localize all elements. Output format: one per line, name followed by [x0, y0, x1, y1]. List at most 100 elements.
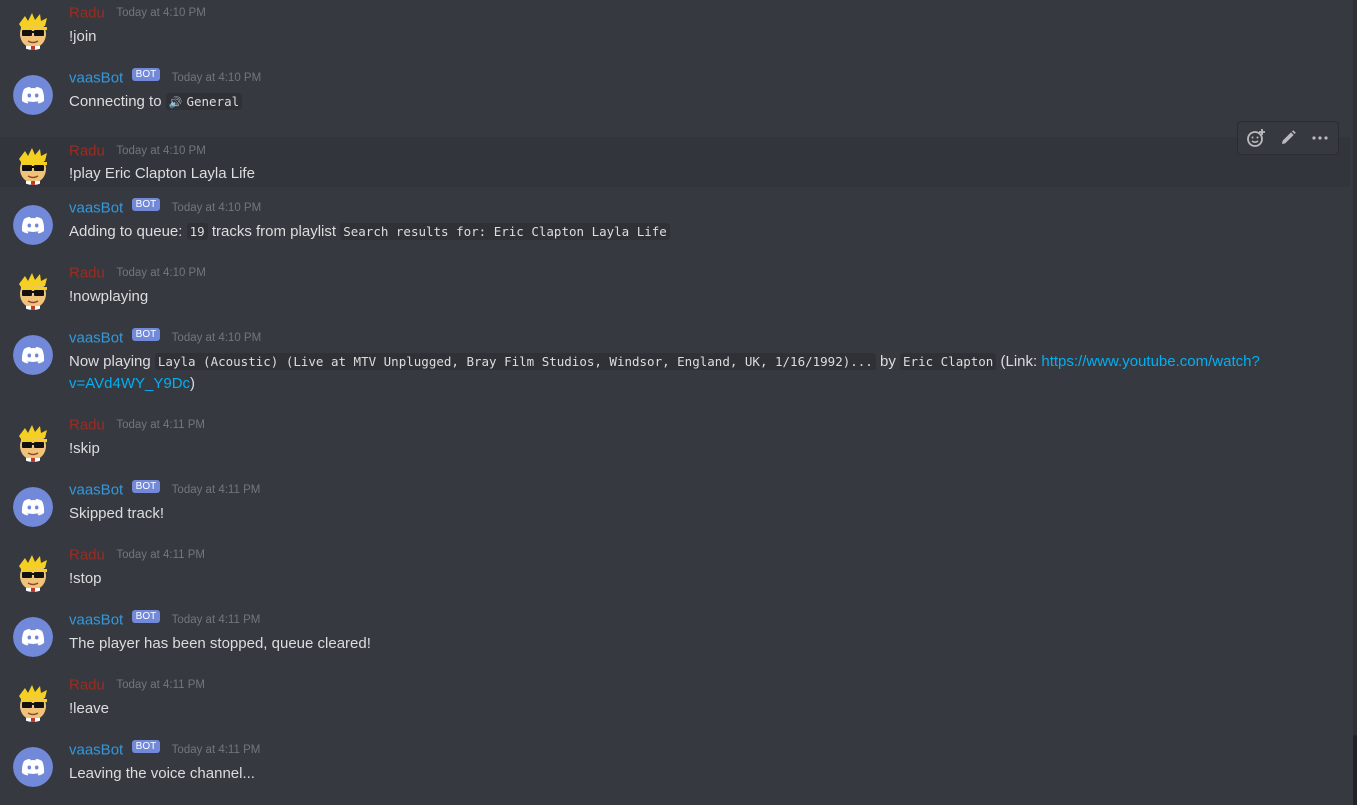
timestamp: Today at 4:11 PM [171, 613, 261, 626]
more-button[interactable] [1306, 124, 1334, 152]
bot-tag: BOT [131, 740, 161, 754]
message-content: Connecting to 🔊 General [69, 91, 1299, 114]
avatar-radu[interactable] [13, 10, 53, 50]
scrollbar-track[interactable] [1353, 0, 1357, 805]
content-text: Adding to queue: [69, 223, 183, 240]
avatar-radu[interactable] [13, 145, 53, 185]
message-content: !join [69, 28, 97, 45]
message-header: vaasBot BOT Today at 4:10 PM [69, 68, 261, 89]
chat-messages: Radu Today at 4:10 PM !join vaasBot BOT … [0, 0, 1357, 805]
message-header: Radu Today at 4:10 PM [69, 4, 206, 24]
timestamp: Today at 4:11 PM [116, 548, 205, 561]
author-name[interactable]: Radu [69, 676, 105, 693]
message-header: Radu Today at 4:11 PM [69, 546, 205, 566]
author-name[interactable]: Radu [69, 4, 105, 21]
message-item[interactable]: Radu Today at 4:10 PM !nowplaying [0, 260, 1350, 311]
avatar-radu[interactable] [13, 682, 53, 722]
artist-code: Eric Clapton [900, 353, 997, 370]
message-content: Adding to queue: 19 tracks from playlist… [69, 221, 1299, 243]
content-text: tracks from playlist [211, 223, 337, 240]
message-item[interactable]: vaasBot BOT Today at 4:10 PM Adding to q… [0, 195, 1350, 246]
message-item[interactable]: Radu Today at 4:10 PM !join [0, 0, 1350, 51]
message-content: The player has been stopped, queue clear… [69, 635, 371, 652]
message-header: Radu Today at 4:10 PM [69, 142, 206, 162]
timestamp: Today at 4:10 PM [171, 201, 262, 214]
message-header: vaasBot BOT Today at 4:10 PM [69, 198, 262, 219]
timestamp: Today at 4:11 PM [116, 678, 205, 691]
author-name[interactable]: vaasBot [69, 199, 123, 216]
message-toolbar [1237, 121, 1339, 155]
message-item[interactable]: vaasBot BOT Today at 4:10 PM Connecting … [0, 65, 1350, 116]
content-text: (Link: [1000, 353, 1038, 370]
message-content: Now playing Layla (Acoustic) (Live at MT… [69, 351, 1279, 395]
add-reaction-button[interactable] [1242, 124, 1270, 152]
timestamp: Today at 4:11 PM [171, 743, 261, 756]
avatar-vaasbot[interactable] [13, 487, 53, 527]
message-header: vaasBot BOT Today at 4:11 PM [69, 480, 261, 501]
timestamp: Today at 4:10 PM [171, 331, 262, 344]
timestamp: Today at 4:11 PM [171, 483, 261, 496]
edit-button[interactable] [1274, 124, 1302, 152]
message-header: Radu Today at 4:11 PM [69, 416, 205, 436]
message-item[interactable]: vaasBot BOT Today at 4:11 PM Leaving the… [0, 737, 1350, 788]
message-item[interactable]: Radu Today at 4:11 PM !leave [0, 672, 1350, 723]
avatar-vaasbot[interactable] [13, 205, 53, 245]
channel-name: General [186, 94, 240, 109]
message-header: vaasBot BOT Today at 4:10 PM [69, 328, 262, 349]
author-name[interactable]: vaasBot [69, 481, 123, 498]
content-text: Now playing [69, 353, 151, 370]
edit-icon [1282, 130, 1296, 144]
message-content: !play Eric Clapton Layla Life [69, 165, 255, 182]
playlist-code: Search results for: Eric Clapton Layla L… [340, 223, 670, 240]
author-name[interactable]: Radu [69, 142, 105, 159]
message-content: !leave [69, 700, 110, 717]
add-reaction-icon [1247, 129, 1265, 147]
speaker-icon: 🔊 [168, 96, 183, 109]
author-name[interactable]: vaasBot [69, 329, 123, 346]
message-item[interactable]: vaasBot BOT Today at 4:11 PM The player … [0, 607, 1350, 658]
bot-tag: BOT [131, 328, 161, 342]
timestamp: Today at 4:11 PM [116, 418, 205, 431]
content-text: ) [190, 375, 196, 392]
author-name[interactable]: vaasBot [69, 741, 123, 758]
message-header: vaasBot BOT Today at 4:11 PM [69, 740, 261, 761]
avatar-vaasbot[interactable] [13, 75, 53, 115]
avatar-radu[interactable] [13, 270, 53, 310]
author-name[interactable]: Radu [69, 546, 105, 563]
more-icon [1312, 136, 1328, 140]
content-text: Connecting to [69, 93, 162, 110]
channel-code: 🔊 General [165, 93, 243, 110]
message-header: vaasBot BOT Today at 4:11 PM [69, 610, 261, 631]
bot-tag: BOT [131, 480, 161, 494]
avatar-radu[interactable] [13, 422, 53, 462]
message-item[interactable]: Radu Today at 4:11 PM !skip [0, 412, 1350, 463]
message-content: Leaving the voice channel... [69, 765, 255, 782]
timestamp: Today at 4:10 PM [116, 144, 206, 157]
timestamp: Today at 4:10 PM [116, 6, 206, 19]
message-item[interactable]: Radu Today at 4:10 PM !play Eric Clapton… [0, 137, 1350, 187]
message-item[interactable]: Radu Today at 4:11 PM !stop [0, 542, 1350, 593]
author-name[interactable]: vaasBot [69, 611, 123, 628]
track-code: Layla (Acoustic) (Live at MTV Unplugged,… [154, 353, 876, 370]
track-count-code: 19 [186, 223, 208, 240]
message-header: Radu Today at 4:11 PM [69, 676, 205, 696]
bot-tag: BOT [131, 68, 161, 82]
message-header: Radu Today at 4:10 PM [69, 264, 206, 284]
avatar-vaasbot[interactable] [13, 617, 53, 657]
timestamp: Today at 4:10 PM [116, 266, 206, 279]
message-content: !skip [69, 440, 100, 457]
message-content: Skipped track! [69, 505, 165, 522]
avatar-vaasbot[interactable] [13, 747, 53, 787]
bot-tag: BOT [131, 198, 161, 212]
avatar-radu[interactable] [13, 552, 53, 592]
message-content: !stop [69, 570, 102, 587]
message-item[interactable]: vaasBot BOT Today at 4:10 PM Now playing… [0, 325, 1350, 395]
author-name[interactable]: vaasBot [69, 69, 123, 86]
content-text: by [880, 353, 896, 370]
message-item[interactable]: vaasBot BOT Today at 4:11 PM Skipped tra… [0, 477, 1350, 528]
author-name[interactable]: Radu [69, 264, 105, 281]
message-content: !nowplaying [69, 288, 149, 305]
scrollbar-thumb[interactable] [1353, 735, 1357, 805]
avatar-vaasbot[interactable] [13, 335, 53, 375]
author-name[interactable]: Radu [69, 416, 105, 433]
